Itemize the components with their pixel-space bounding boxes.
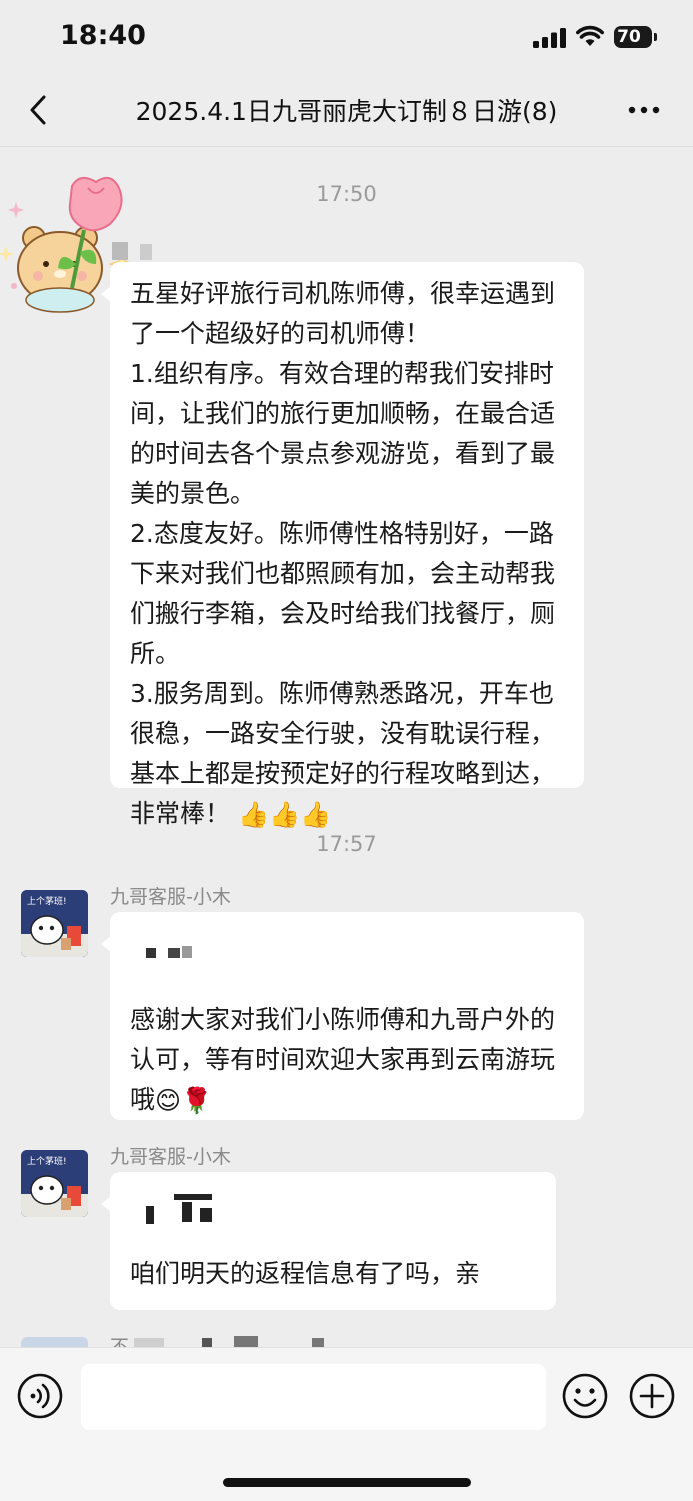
- sender-name: 九哥客服-小木: [110, 1146, 231, 1168]
- plus-icon[interactable]: [629, 1373, 675, 1419]
- status-bar: 18:40 70: [0, 0, 693, 78]
- message-text: 感谢大家对我们小陈师傅和九哥户外的认可，等有时间欢迎大家再到云南游玩哦😊🌹: [130, 1000, 564, 1121]
- cat-avatar[interactable]: 上个茅班!: [21, 1150, 88, 1217]
- home-indicator: [223, 1478, 471, 1487]
- redacted-sender-name: [234, 1336, 258, 1347]
- wifi-icon: [576, 25, 604, 46]
- voice-icon[interactable]: [17, 1373, 63, 1419]
- redacted-sender-name: [202, 1338, 212, 1347]
- message-bubble[interactable]: 咱们明天的返程信息有了吗，亲: [101, 1172, 556, 1310]
- redacted-sender-name: [112, 242, 128, 260]
- smiley-icon[interactable]: [562, 1373, 608, 1419]
- sender-name: 九哥客服-小木: [110, 886, 231, 908]
- chevron-left-icon[interactable]: [18, 88, 58, 132]
- redacted-sender-name: [134, 1338, 164, 1347]
- svg-text:上个茅班!: 上个茅班!: [27, 895, 67, 907]
- more-dots-icon[interactable]: [620, 92, 668, 128]
- timestamp: 17:57: [316, 832, 377, 856]
- redacted-mention: [168, 948, 180, 958]
- redacted-mention: [200, 1208, 212, 1222]
- battery-level: 70: [617, 27, 641, 47]
- redacted-mention: [146, 948, 156, 958]
- redacted-mention: [182, 1202, 192, 1222]
- avatar[interactable]: [21, 1337, 88, 1347]
- thumbs-up-emoji: 👍👍👍: [237, 800, 332, 829]
- message-text: 咱们明天的返程信息有了吗，亲: [130, 1259, 481, 1288]
- smile-rose-emoji: 😊🌹: [155, 1086, 213, 1115]
- redacted-mention: [174, 1194, 212, 1200]
- signal-icon: [533, 28, 566, 48]
- message-text: 五星好评旅行司机陈师傅，很幸运遇到了一个超级好的司机师傅！ 1.组织有序。有效合…: [130, 274, 564, 835]
- chat-title: 2025.4.1日九哥丽虎大订制８日游(8): [135, 97, 558, 126]
- redacted-mention: [182, 946, 192, 958]
- nav-bar: 2025.4.1日九哥丽虎大订制８日游(8): [0, 78, 693, 147]
- redacted-sender-name: [140, 244, 152, 260]
- redacted-sender-name: [312, 1338, 324, 1347]
- battery-cap: [654, 33, 657, 41]
- message-text-body: 五星好评旅行司机陈师傅，很幸运遇到了一个超级好的司机师傅！ 1.组织有序。有效合…: [130, 279, 556, 828]
- svg-text:上个茅班!: 上个茅班!: [27, 1155, 67, 1167]
- cat-avatar[interactable]: 上个茅班!: [21, 890, 88, 957]
- message-bubble[interactable]: 五星好评旅行司机陈师傅，很幸运遇到了一个超级好的司机师傅！ 1.组织有序。有效合…: [101, 262, 584, 829]
- message-bubble[interactable]: 感谢大家对我们小陈师傅和九哥户外的认可，等有时间欢迎大家再到云南游玩哦😊🌹: [101, 912, 584, 1121]
- status-time: 18:40: [60, 20, 146, 51]
- redacted-mention: [146, 1206, 154, 1224]
- battery-icon: 70: [614, 26, 657, 48]
- message-input[interactable]: [81, 1364, 546, 1430]
